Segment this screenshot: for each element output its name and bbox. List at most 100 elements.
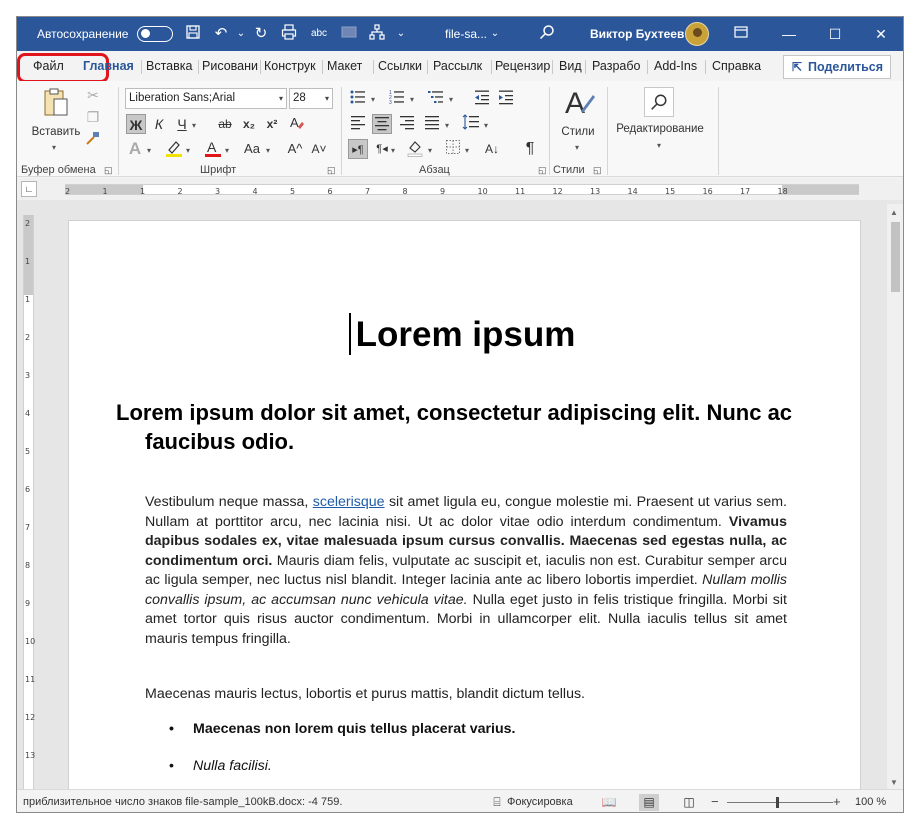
tab-layout[interactable]: Макет [327,59,362,73]
editing-dropdown-icon[interactable]: ▾ [657,141,661,150]
paste-dropdown-icon[interactable]: ▾ [52,143,56,152]
spelling-icon[interactable]: abc [309,24,329,44]
focus-icon[interactable]: ⌸ [487,794,507,811]
align-center-icon[interactable] [372,114,392,134]
focus-button[interactable]: Фокусировка [507,796,573,808]
tab-draw[interactable]: Рисовани [202,59,260,73]
redo-icon[interactable]: ↻ [251,24,271,44]
increase-indent-icon[interactable] [496,89,516,109]
paste-icon[interactable] [39,87,73,121]
styles-button-label[interactable]: Стили [557,126,599,138]
user-name[interactable]: Виктор Бухтеев [590,27,684,41]
undo-dropdown-icon[interactable]: ⌄ [231,24,251,44]
editing-search-icon[interactable] [644,87,674,117]
align-left-icon[interactable] [348,114,368,134]
scrollbar-thumb[interactable] [891,222,900,292]
tab-mailings[interactable]: Рассылк [433,59,487,73]
close-icon[interactable]: ✕ [869,22,893,46]
zoom-slider-thumb[interactable] [776,797,779,808]
shading-icon[interactable] [405,139,425,159]
tab-design[interactable]: Конструк [264,59,322,73]
multilevel-dropdown-icon[interactable]: ▾ [449,95,453,104]
word-count[interactable]: приблизительное число знаков file-sample… [23,796,342,808]
undo-icon[interactable]: ↶ [211,24,231,44]
bullets-icon[interactable] [348,89,368,109]
share-button[interactable]: ⇱ Поделиться [783,55,891,79]
styles-dropdown-icon[interactable]: ▾ [575,143,579,152]
tab-references[interactable]: Ссылки [378,59,422,73]
tab-selector[interactable]: ∟ [21,181,37,197]
sort-icon[interactable]: A↓ [482,139,502,159]
shading-dropdown-icon[interactable]: ▾ [428,146,432,155]
justify-dropdown-icon[interactable]: ▾ [445,121,449,130]
read-mode-icon[interactable]: 📖 [599,794,619,811]
multilevel-list-icon[interactable] [426,89,446,109]
font-launcher-icon[interactable]: ◱ [327,165,336,176]
numbering-icon[interactable]: 123 [387,89,407,109]
show-marks-icon[interactable]: ¶ [520,139,540,159]
screen-icon[interactable] [339,24,359,44]
borders-icon[interactable] [443,139,463,159]
document-title[interactable]: file-sa... [445,27,487,41]
bullets-dropdown-icon[interactable]: ▾ [371,95,375,104]
strikethrough-button[interactable]: ab [215,114,235,134]
shrink-font-button[interactable]: A˅ [309,139,329,159]
clear-formatting-icon[interactable]: A [287,114,307,134]
zoom-level[interactable]: 100 % [855,796,886,808]
underline-dropdown-icon[interactable]: ▾ [192,121,196,130]
text-effects-icon[interactable]: A [125,139,145,159]
subscript-button[interactable]: x₂ [239,114,259,134]
italic-button[interactable]: К [149,114,169,134]
body-paragraph-1[interactable]: Vestibulum neque massa, scelerisque sit … [145,493,787,649]
paste-label[interactable]: Вставить [29,126,83,138]
tab-developer[interactable]: Разрабо [592,59,645,73]
numbering-dropdown-icon[interactable]: ▾ [410,95,414,104]
change-case-dropdown-icon[interactable]: ▾ [266,146,270,155]
scroll-down-icon[interactable]: ▼ [890,778,898,787]
decrease-indent-icon[interactable] [472,89,492,109]
clipboard-launcher-icon[interactable]: ◱ [104,165,113,176]
styles-launcher-icon[interactable]: ◱ [593,165,602,176]
line-spacing-dropdown-icon[interactable]: ▾ [484,121,488,130]
document-heading-2[interactable]: Lorem ipsum dolor sit amet, consectetur … [116,398,796,456]
rtl-icon[interactable]: ¶◂ [372,139,392,159]
document-heading-title[interactable]: Lorem ipsum [69,315,862,355]
underline-button[interactable]: Ч [172,114,192,134]
superscript-button[interactable]: x² [262,114,282,134]
format-painter-icon[interactable] [83,130,103,150]
bold-button[interactable]: Ж [126,114,146,134]
styles-icon[interactable]: A [562,85,598,121]
zoom-out-icon[interactable]: − [711,794,719,809]
minimize-icon[interactable]: — [777,22,801,46]
document-page[interactable]: Lorem ipsum Lorem ipsum dolor sit amet, … [68,220,861,800]
text-effects-dropdown-icon[interactable]: ▾ [147,146,151,155]
highlight-color-icon[interactable] [164,138,184,158]
line-spacing-icon[interactable] [461,114,481,134]
align-right-icon[interactable] [397,114,417,134]
justify-icon[interactable] [422,114,442,134]
diagram-icon[interactable] [367,24,387,44]
tab-review[interactable]: Рецензир [495,59,551,73]
tab-help[interactable]: Справка [712,59,761,73]
rtl-dropdown-icon[interactable]: ▾ [391,146,395,155]
borders-dropdown-icon[interactable]: ▾ [465,146,469,155]
font-color-icon[interactable]: A [203,138,223,158]
tab-file[interactable]: Файл [33,59,64,73]
vertical-ruler[interactable]: 2 1 1 2 3 4 5 6 7 8 9 10 11 12 13 [23,215,35,795]
body-paragraph-2[interactable]: Maecenas mauris lectus, lobortis et puru… [145,686,787,702]
horizontal-ruler[interactable]: 2 1 1 2 3 4 5 6 7 8 9 10 11 12 13 14 15 16 17 18 [65,184,859,196]
font-color-dropdown-icon[interactable]: ▾ [225,146,229,155]
change-case-button[interactable]: Aa [242,139,262,159]
print-icon[interactable] [279,24,299,44]
grow-font-button[interactable]: A^ [285,139,305,159]
maximize-icon[interactable]: ☐ [823,22,847,46]
tab-view[interactable]: Вид [559,59,582,73]
save-icon[interactable] [183,24,203,44]
customize-toolbar-icon[interactable]: ⌄ [391,24,411,44]
vertical-scrollbar[interactable]: ▲ ▼ [887,204,903,789]
copy-icon[interactable]: ❐ [83,107,103,127]
web-layout-icon[interactable]: ◫ [679,794,699,811]
print-layout-icon[interactable]: ▤ [639,794,659,811]
tab-insert[interactable]: Вставка [146,59,196,73]
paragraph-launcher-icon[interactable]: ◱ [538,165,547,176]
